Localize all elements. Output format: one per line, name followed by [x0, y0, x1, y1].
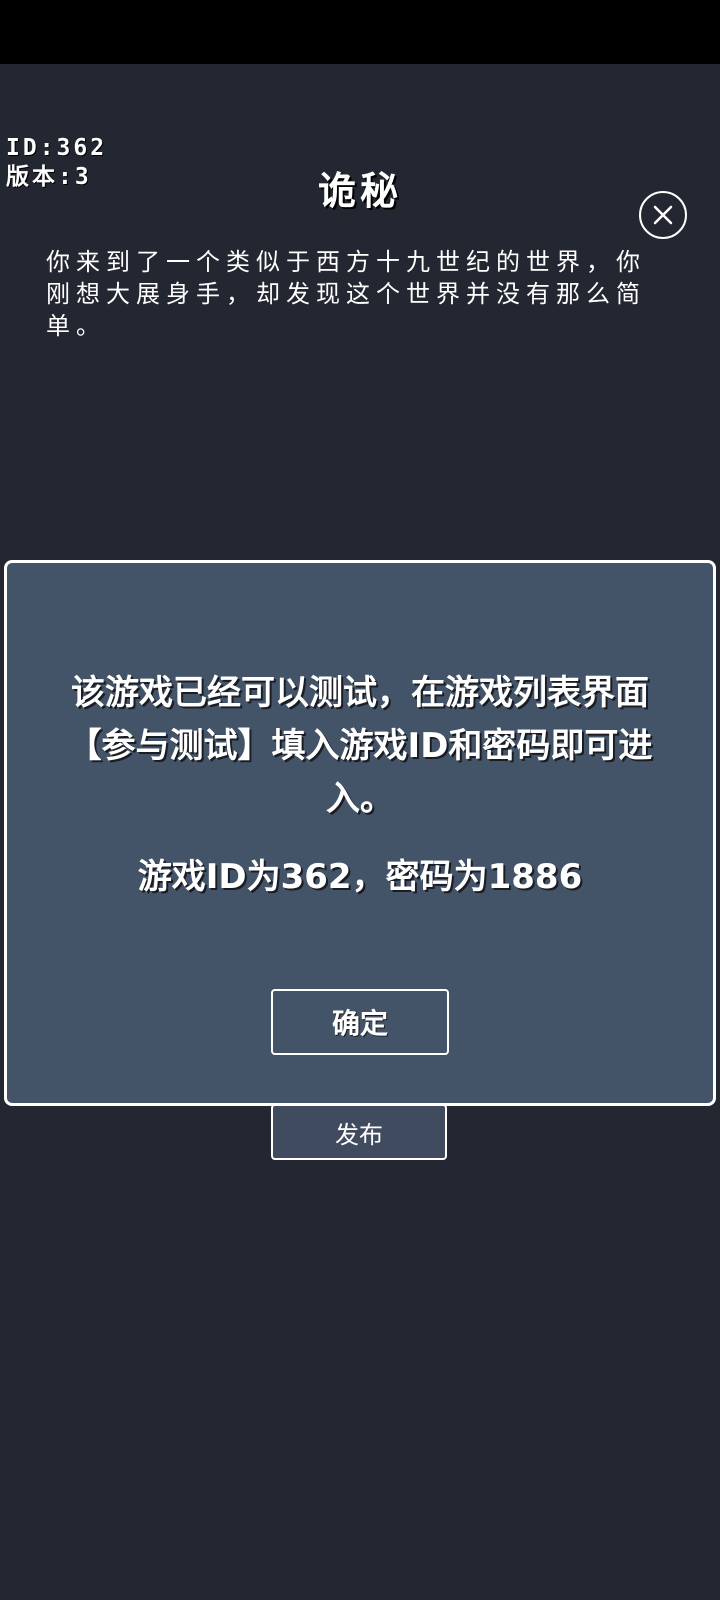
publish-button[interactable]: 发布	[271, 1104, 447, 1160]
game-title: 诡秘	[317, 169, 402, 213]
status-bar	[0, 0, 720, 64]
test-info-dialog: 该游戏已经可以测试，在游戏列表界面【参与测试】填入游戏ID和密码即可进入。 游戏…	[4, 560, 716, 1106]
close-button[interactable]	[639, 191, 687, 239]
game-description: 你来到了一个类似于西方十九世纪的世界，你刚想大展身手，却发现这个世界并没有那么简…	[46, 248, 646, 340]
close-icon	[653, 205, 673, 225]
dialog-credentials: 游戏ID为362，密码为1886	[137, 857, 583, 897]
dialog-message: 该游戏已经可以测试，在游戏列表界面【参与测试】填入游戏ID和密码即可进入。	[67, 673, 653, 819]
confirm-button[interactable]: 确定	[271, 989, 449, 1055]
game-id-label: ID:362	[6, 135, 108, 161]
game-detail-screen: ID:362 版本:3 诡秘 你来到了一个类似于西方十九世纪的世界，你刚想大展身…	[0, 0, 720, 1600]
